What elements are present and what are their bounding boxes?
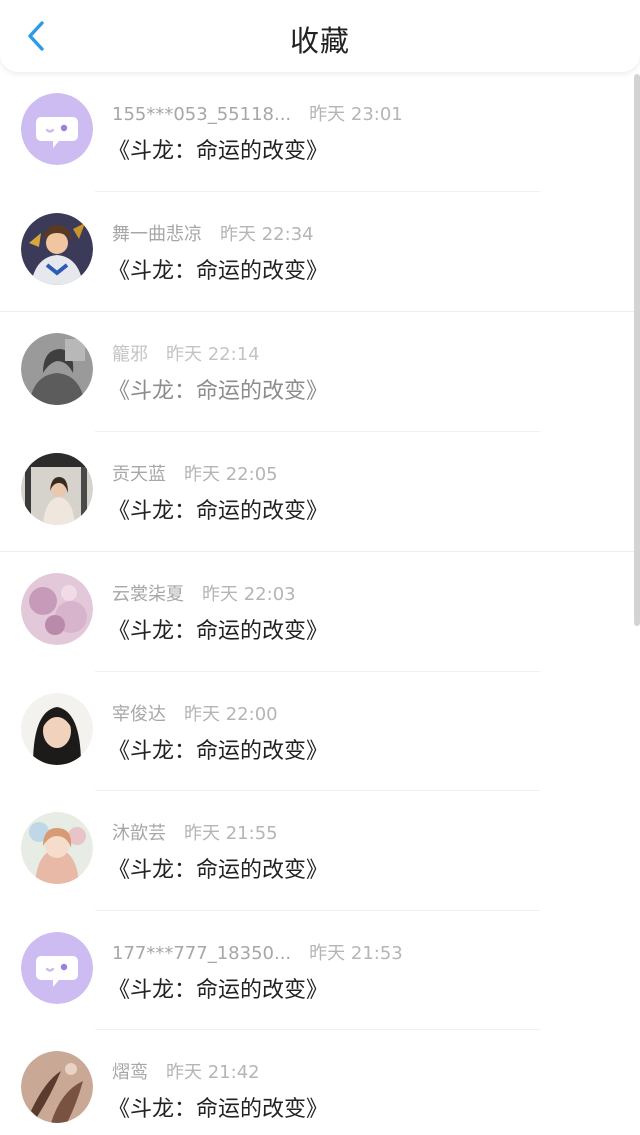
avatar: [21, 333, 93, 405]
avatar-photo: [21, 692, 93, 765]
list-item[interactable]: 云裳柒夏 昨天 22:03 《斗龙：命运的改变》: [0, 551, 640, 672]
timestamp: 昨天 21:53: [309, 942, 403, 964]
scrollbar[interactable]: [634, 74, 640, 626]
list-item[interactable]: 熠鸾 昨天 21:42 《斗龙：命运的改变》: [0, 1030, 640, 1135]
work-title: 《斗龙：命运的改变》: [108, 498, 329, 524]
user-name: 云裳柒夏: [112, 584, 184, 605]
list-item[interactable]: 宰俊达 昨天 22:00 《斗龙：命运的改变》: [0, 672, 640, 791]
avatar-photo: [21, 573, 93, 645]
avatar-photo: [21, 1051, 93, 1123]
timestamp: 昨天 22:34: [220, 223, 314, 245]
work-title: 《斗龙：命运的改变》: [108, 977, 329, 1003]
avatar-photo: [21, 212, 93, 285]
chat-bubble-icon: [21, 931, 93, 1004]
user-name: 熠鸾: [112, 1062, 148, 1083]
page-title: 收藏: [289, 24, 350, 58]
favorites-screen: 收藏 155***053_55118... 昨天 23:01 《斗龙：命运的改变》: [0, 0, 640, 1135]
timestamp: 昨天 21:55: [184, 823, 278, 844]
work-title: 《斗龙：命运的改变》: [108, 858, 329, 883]
user-name: 177***777_18350...: [112, 942, 292, 964]
avatar-photo: [21, 333, 93, 405]
work-title: 《斗龙：命运的改变》: [108, 1097, 329, 1122]
user-name: 沐歆芸: [112, 823, 166, 844]
list-item[interactable]: 177***777_18350... 昨天 21:53 《斗龙：命运的改变》: [0, 911, 640, 1030]
timestamp: 昨天 22:05: [184, 463, 278, 485]
timestamp: 昨天 22:14: [166, 344, 260, 365]
work-title: 《斗龙：命运的改变》: [108, 258, 329, 284]
user-name: 籠邪: [112, 344, 148, 365]
list-item[interactable]: 舞一曲悲凉 昨天 22:34 《斗龙：命运的改变》: [0, 192, 640, 312]
user-name: 贡天蓝: [112, 463, 166, 485]
avatar: [21, 692, 93, 765]
work-title: 《斗龙：命运的改变》: [108, 738, 329, 764]
user-name: 宰俊达: [112, 703, 166, 725]
avatar-photo: [21, 812, 93, 884]
user-name: 155***053_55118...: [112, 104, 292, 125]
favorites-list: 155***053_55118... 昨天 23:01 《斗龙：命运的改变》 舞一: [0, 72, 640, 1135]
avatar: [21, 573, 93, 645]
timestamp: 昨天 21:42: [166, 1062, 260, 1083]
timestamp: 昨天 23:01: [309, 104, 403, 125]
timestamp: 昨天 22:03: [202, 584, 296, 605]
user-name: 舞一曲悲凉: [112, 223, 202, 245]
timestamp: 昨天 22:00: [184, 703, 278, 725]
list-item[interactable]: 155***053_55118... 昨天 23:01 《斗龙：命运的改变》: [0, 72, 640, 192]
avatar: [21, 1051, 93, 1123]
list-item[interactable]: 籠邪 昨天 22:14 《斗龙：命运的改变》: [0, 311, 640, 432]
work-title: 《斗龙：命运的改变》: [108, 619, 329, 644]
list-item[interactable]: 贡天蓝 昨天 22:05 《斗龙：命运的改变》: [0, 432, 640, 552]
avatar-photo: [21, 452, 93, 525]
list-item[interactable]: 沐歆芸 昨天 21:55 《斗龙：命运的改变》: [0, 791, 640, 911]
work-title: 《斗龙：命运的改变》: [108, 139, 329, 164]
work-title: 《斗龙：命运的改变》: [108, 379, 329, 404]
chat-bubble-icon: [21, 93, 93, 165]
avatar: [21, 212, 93, 285]
default-avatar: [21, 93, 93, 165]
top-bar: 收藏: [0, 0, 640, 72]
avatar: [21, 812, 93, 884]
avatar: [21, 452, 93, 525]
default-avatar: [21, 931, 93, 1004]
